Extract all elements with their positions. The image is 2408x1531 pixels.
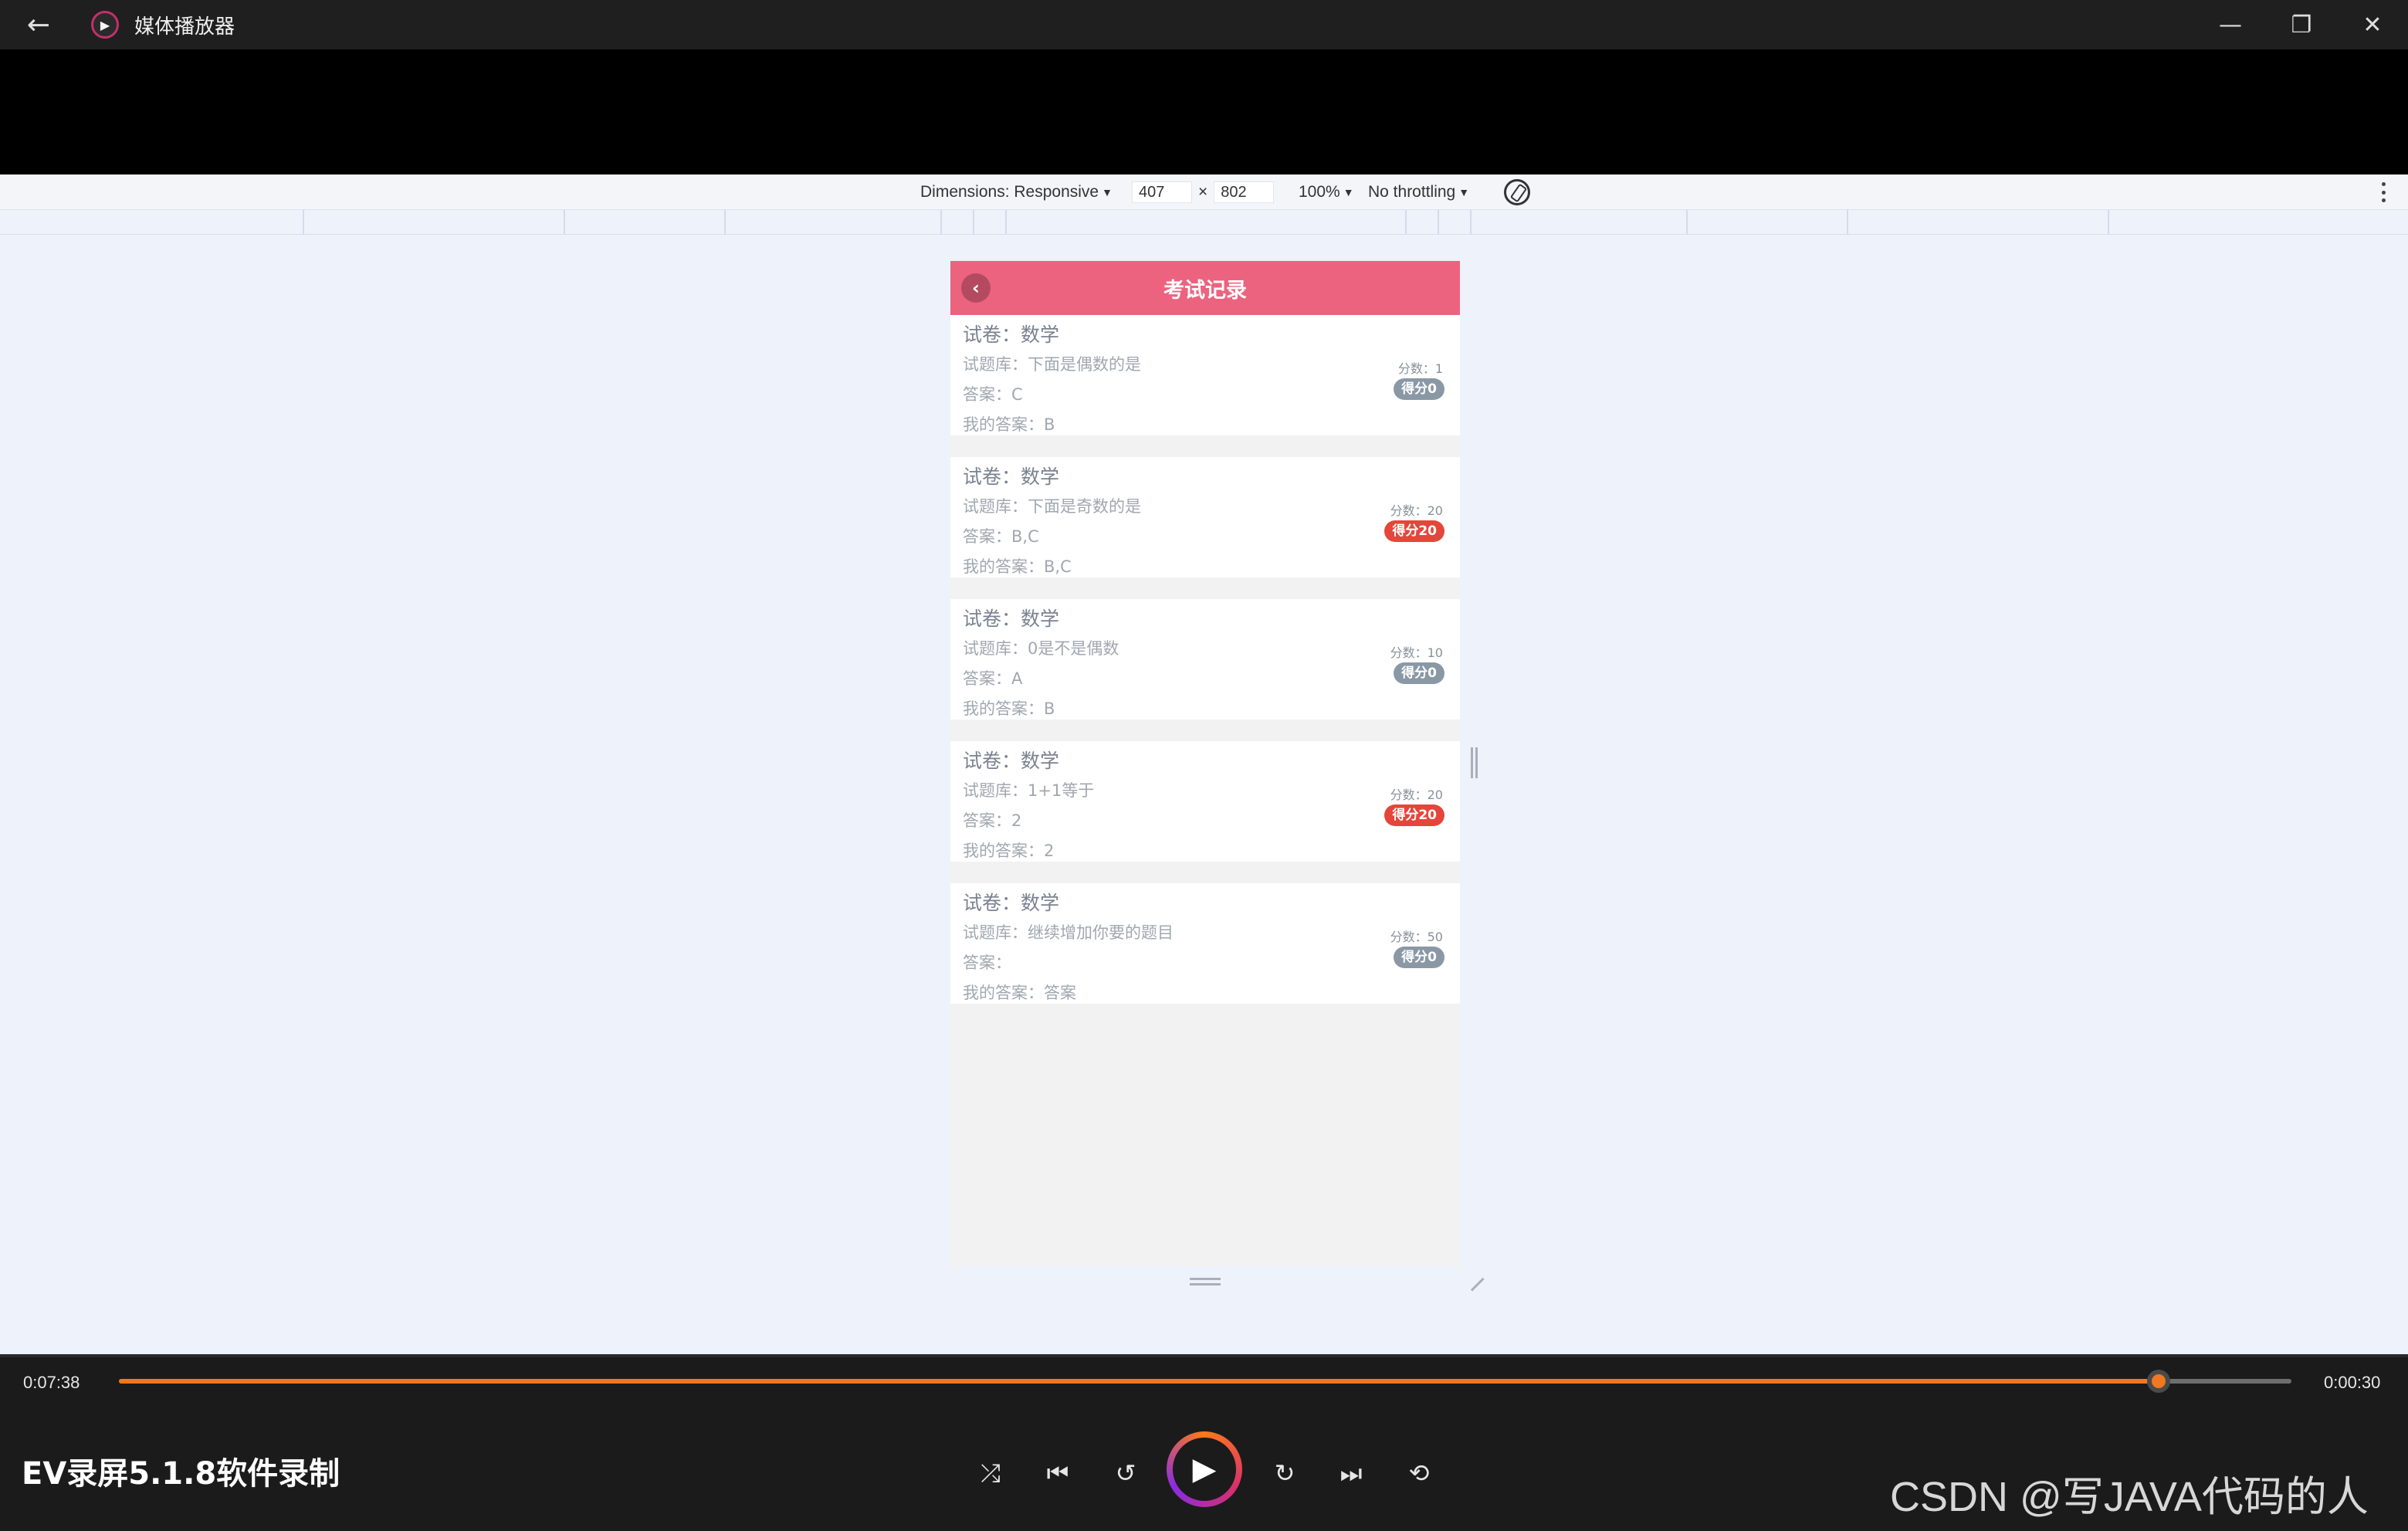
earned-score-badge: 得分20 xyxy=(1384,520,1444,542)
window-controls: — ❐ ✕ xyxy=(2195,0,2408,49)
earned-score-badge: 得分0 xyxy=(1394,378,1444,400)
my-answer: 我的答案：2 xyxy=(963,842,1055,860)
question-score: 分数：20 xyxy=(1390,788,1443,802)
media-player-controls: 0:07:38 0:00:30 EV录屏5.1.8软件录制 ⤮ ⏮ ↺ ▶ ↻ … xyxy=(0,1354,2408,1531)
exam-record-card[interactable]: 试卷：数学 试题库：继续增加你要的题目 答案： 我的答案：答案 分数：50 得分… xyxy=(950,883,1460,1004)
throttling-label: No throttling xyxy=(1368,182,1456,201)
correct-answer: 答案：A xyxy=(963,669,1023,688)
question-text: 试题库：继续增加你要的题目 xyxy=(963,923,1174,942)
question-text: 试题库：1+1等于 xyxy=(963,781,1095,800)
dimensions-dropdown[interactable]: Dimensions: Responsive ▼ xyxy=(920,174,1113,210)
device-toolbar: Dimensions: Responsive ▼ 407 × 802 100% … xyxy=(0,174,2408,210)
recording-caption: EV录屏5.1.8软件录制 xyxy=(22,1456,340,1492)
earned-score-badge: 得分20 xyxy=(1384,804,1444,826)
dimension-separator: × xyxy=(1198,182,1208,201)
minimize-icon[interactable]: — xyxy=(2195,0,2266,49)
window-title: 媒体播放器 xyxy=(134,15,235,39)
exam-record-card[interactable]: 试卷：数学 试题库：0是不是偶数 答案：A 我的答案：B 分数：10 得分0 xyxy=(950,599,1460,720)
exam-record-card[interactable]: 试卷：数学 试题库：下面是奇数的是 答案：B,C 我的答案：B,C 分数：20 … xyxy=(950,457,1460,578)
elapsed-time: 0:07:38 xyxy=(23,1373,80,1392)
correct-answer: 答案：C xyxy=(963,385,1023,404)
seek-bar-fill xyxy=(119,1379,2159,1384)
my-answer: 我的答案：B xyxy=(963,699,1055,718)
rotate-icon[interactable] xyxy=(1504,179,1530,205)
side-resize-handle[interactable] xyxy=(1471,747,1478,778)
paper-name: 试卷：数学 xyxy=(963,323,1060,346)
width-input[interactable]: 407 xyxy=(1132,181,1192,203)
question-score: 分数：20 xyxy=(1390,503,1443,518)
media-query-ruler xyxy=(0,210,2408,235)
question-score: 分数：10 xyxy=(1390,645,1443,660)
height-input[interactable]: 802 xyxy=(1214,181,1275,203)
exam-record-card[interactable]: 试卷：数学 试题库：1+1等于 答案：2 我的答案：2 分数：20 得分20 xyxy=(950,741,1460,862)
question-score: 分数：1 xyxy=(1397,361,1443,376)
paper-name: 试卷：数学 xyxy=(963,750,1060,772)
next-icon[interactable]: ⏭ xyxy=(1331,1453,1371,1493)
question-text: 试题库：0是不是偶数 xyxy=(963,639,1119,658)
earned-score-badge: 得分0 xyxy=(1394,947,1444,968)
paper-name: 试卷：数学 xyxy=(963,892,1060,914)
caret-down-icon: ▼ xyxy=(1343,185,1354,198)
remaining-time: 0:00:30 xyxy=(2324,1373,2381,1392)
back-arrow-icon[interactable]: ← xyxy=(15,0,62,49)
dimensions-label: Dimensions: Responsive xyxy=(920,182,1099,201)
app-header: ‹ 考试记录 xyxy=(950,261,1460,315)
caret-down-icon: ▼ xyxy=(1102,185,1113,198)
correct-answer: 答案： xyxy=(963,953,1011,972)
page-title: 考试记录 xyxy=(1163,278,1247,303)
earned-score-badge: 得分0 xyxy=(1394,662,1444,684)
shuffle-icon[interactable]: ⤮ xyxy=(970,1453,1011,1493)
repeat-icon[interactable]: ⟲ xyxy=(1399,1453,1439,1493)
my-answer: 我的答案：答案 xyxy=(963,984,1076,1002)
correct-answer: 答案：2 xyxy=(963,811,1022,830)
correct-answer: 答案：B,C xyxy=(963,527,1039,546)
previous-icon[interactable]: ⏮ xyxy=(1038,1453,1078,1493)
exam-record-card[interactable]: 试卷：数学 试题库：下面是偶数的是 答案：C 我的答案：B 分数：1 得分0 xyxy=(950,315,1460,435)
question-text: 试题库：下面是偶数的是 xyxy=(963,355,1141,374)
close-icon[interactable]: ✕ xyxy=(2337,0,2408,49)
caret-down-icon: ▼ xyxy=(1458,185,1470,198)
question-score: 分数：50 xyxy=(1390,930,1443,944)
video-letterbox-top xyxy=(0,49,2408,174)
rewind-10-icon[interactable]: ↺ xyxy=(1106,1453,1146,1493)
paper-name: 试卷：数学 xyxy=(963,608,1060,630)
zoom-dropdown[interactable]: 100% ▼ xyxy=(1299,174,1354,210)
play-button[interactable]: ▶ xyxy=(1167,1431,1242,1507)
csdn-watermark: CSDN @写JAVA代码的人 xyxy=(1890,1474,2369,1520)
my-answer: 我的答案：B xyxy=(963,415,1055,434)
forward-30-icon[interactable]: ↻ xyxy=(1265,1453,1305,1493)
zoom-label: 100% xyxy=(1299,182,1340,201)
window-title-bar: ← ▶ 媒体播放器 — ❐ ✕ xyxy=(0,0,2408,49)
emulated-device-screen: ‹ 考试记录 试卷：数学 试题库：下面是偶数的是 答案：C 我的答案：B 分数：… xyxy=(950,261,1460,1266)
seek-thumb[interactable] xyxy=(2147,1370,2171,1393)
play-icon: ▶ xyxy=(1173,1438,1236,1501)
throttling-dropdown[interactable]: No throttling ▼ xyxy=(1368,174,1469,210)
maximize-icon[interactable]: ❐ xyxy=(2266,0,2337,49)
my-answer: 我的答案：B,C xyxy=(963,557,1072,576)
back-icon[interactable]: ‹ xyxy=(961,273,991,303)
paper-name: 试卷：数学 xyxy=(963,466,1060,488)
more-options-icon[interactable] xyxy=(2382,182,2386,202)
media-player-app-icon: ▶ xyxy=(91,11,119,39)
seek-bar[interactable] xyxy=(119,1370,2291,1393)
bottom-resize-handle[interactable] xyxy=(1190,1278,1221,1285)
question-text: 试题库：下面是奇数的是 xyxy=(963,497,1141,516)
